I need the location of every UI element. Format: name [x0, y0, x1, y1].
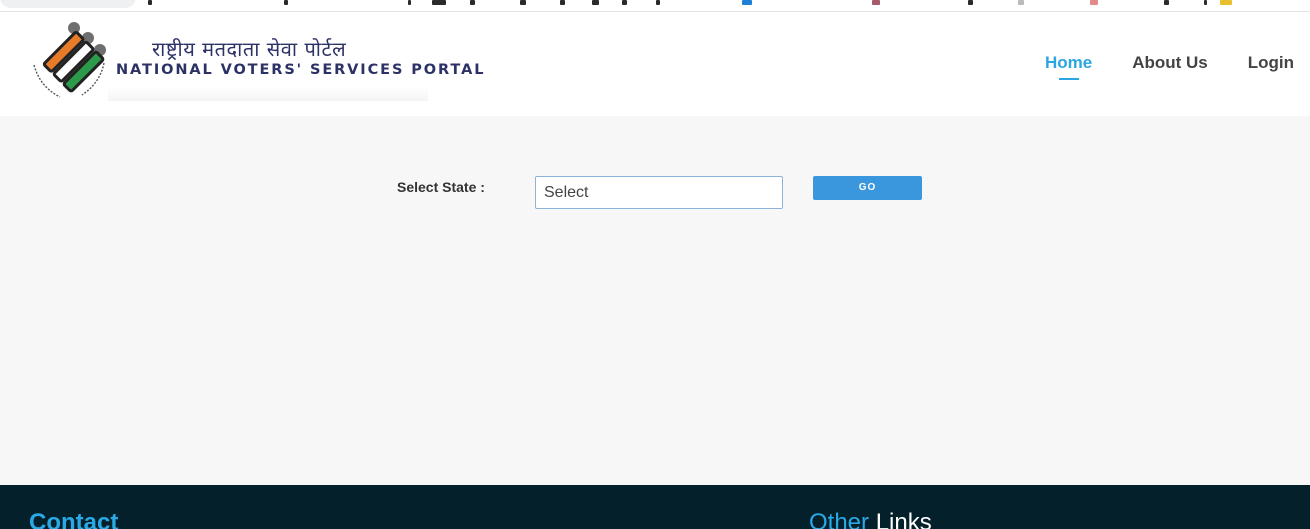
nav-home-label: Home: [1044, 53, 1093, 72]
main-content: Select State : Select GO: [0, 116, 1310, 485]
toolbar-icon: [1204, 0, 1207, 5]
toolbar-icon: [148, 0, 152, 5]
site-header: राष्ट्रीय मतदाता सेवा पोर्टल NATIONAL VO…: [0, 13, 1310, 116]
other-links-heading-part2: Links: [875, 509, 932, 529]
nav-login-label: Login: [1247, 53, 1294, 72]
state-select-dropdown[interactable]: Select: [535, 176, 783, 209]
toolbar-icon: [1018, 0, 1024, 5]
toolbar-icon: [408, 0, 411, 5]
nav-login[interactable]: Login: [1248, 53, 1294, 73]
toolbar-icon: [1090, 0, 1098, 5]
toolbar-icon: [560, 0, 565, 5]
toolbar-icon: [656, 0, 660, 5]
select-state-label: Select State :: [397, 179, 485, 195]
toolbar-icon: [592, 0, 599, 5]
toolbar-icon: [872, 0, 880, 5]
toolbar-icon: [470, 0, 475, 5]
brand-hindi-title: राष्ट्रीय मतदाता सेवा पोर्टल: [152, 37, 347, 61]
site-footer: Contact Other Links: [0, 485, 1310, 529]
toolbar-icon: [284, 0, 288, 5]
brand-english-title: NATIONAL VOTERS' SERVICES PORTAL: [116, 62, 486, 78]
toolbar-icon: [432, 0, 446, 5]
toolbar-icon: [742, 0, 752, 5]
other-links-heading-part1: Other: [809, 509, 870, 529]
portal-brand[interactable]: राष्ट्रीय मतदाता सेवा पोर्टल NATIONAL VO…: [108, 33, 483, 101]
nav-home[interactable]: Home: [1044, 53, 1093, 80]
go-button[interactable]: GO: [813, 176, 922, 200]
toolbar-icon: [1164, 0, 1169, 5]
toolbar-icon: [520, 0, 526, 5]
footer-contact-heading: Contact: [29, 509, 119, 529]
browser-toolbar-strip: [0, 0, 1310, 12]
footer-other-links-heading: Other Links: [809, 509, 932, 529]
browser-address-pill: [0, 0, 136, 8]
nav-about-us[interactable]: About Us: [1132, 53, 1208, 73]
toolbar-icon: [1220, 0, 1232, 5]
toolbar-icon: [622, 0, 627, 5]
nav-about-us-label: About Us: [1132, 53, 1208, 72]
toolbar-icon: [968, 0, 973, 5]
main-nav: Home About Us Login: [1005, 53, 1294, 80]
eci-logo-icon[interactable]: [26, 17, 112, 103]
active-nav-indicator: [1058, 78, 1079, 80]
